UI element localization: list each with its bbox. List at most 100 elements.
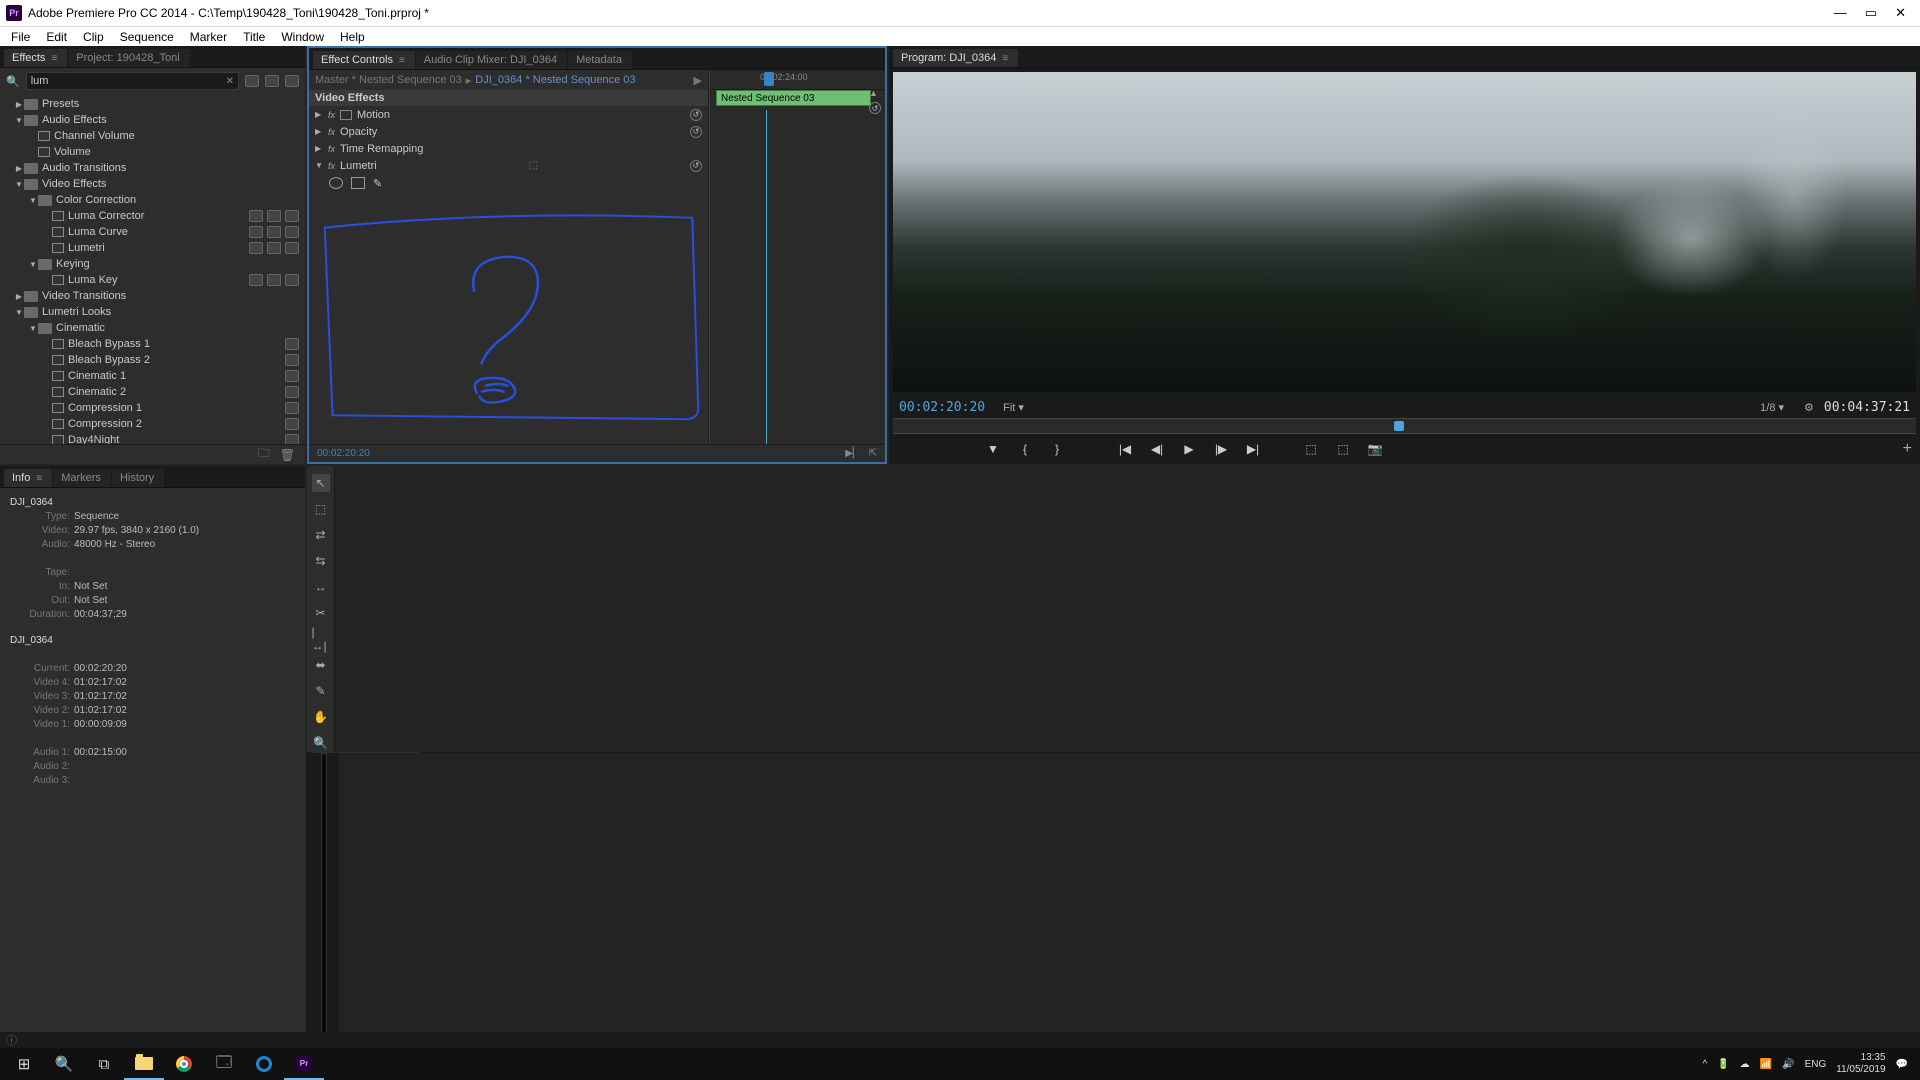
tree-item[interactable]: ▶Video Transitions [0, 288, 305, 304]
app-taskbar-icon[interactable]: 🗔 [204, 1048, 244, 1080]
reset-icon[interactable]: ↺ [690, 160, 702, 172]
tree-item[interactable]: Compression 2 [0, 416, 305, 432]
ec-ruler[interactable]: 00:02:24:00 [710, 70, 885, 90]
extract-button[interactable]: ⬚ [1335, 442, 1351, 456]
tab-markers[interactable]: Markers [53, 469, 111, 487]
explorer-taskbar-icon[interactable] [124, 1048, 164, 1080]
menu-clip[interactable]: Clip [76, 29, 111, 45]
program-current-timecode[interactable]: 00:02:20:20 [899, 400, 985, 415]
tree-item[interactable]: ▶Audio Transitions [0, 160, 305, 176]
new-bin-icon[interactable]: 🗀 [258, 444, 270, 464]
tree-item[interactable]: ▼Audio Effects [0, 112, 305, 128]
filter-badge-2[interactable] [265, 75, 279, 87]
reset-icon[interactable]: ↺ [690, 109, 702, 121]
cloud-icon[interactable]: ☁ [1740, 1059, 1750, 1070]
go-to-in-button[interactable]: |◀ [1117, 442, 1133, 456]
program-zoom-select[interactable]: Fit ▾ [1003, 401, 1024, 414]
ec-export-icon[interactable]: ⇱ [869, 448, 877, 459]
tree-item[interactable]: Cinematic 2 [0, 384, 305, 400]
tree-item[interactable]: Luma Key [0, 272, 305, 288]
search-button[interactable]: 🔍 [44, 1048, 84, 1080]
tree-item[interactable]: Day4Night [0, 432, 305, 444]
program-video-output[interactable] [893, 72, 1916, 392]
tree-item[interactable]: Luma Corrector [0, 208, 305, 224]
ie-taskbar-icon[interactable] [244, 1048, 284, 1080]
panel-menu-icon[interactable]: ≡ [36, 473, 42, 484]
razor-tool[interactable]: ✂ [312, 604, 330, 622]
export-frame-button[interactable]: 📷 [1367, 442, 1383, 456]
tree-item[interactable]: ▶Presets [0, 96, 305, 112]
clear-search-icon[interactable]: ✕ [226, 76, 234, 87]
tree-item[interactable]: Bleach Bypass 1 [0, 336, 305, 352]
menu-window[interactable]: Window [274, 29, 331, 45]
settings-icon[interactable]: ⚙ [1804, 401, 1814, 414]
ec-playhead[interactable] [764, 72, 774, 86]
menu-file[interactable]: File [4, 29, 37, 45]
mask-canvas[interactable] [313, 197, 704, 440]
menu-marker[interactable]: Marker [183, 29, 234, 45]
menu-help[interactable]: Help [333, 29, 372, 45]
hand-tool[interactable]: ✋ [312, 708, 330, 726]
tab-program[interactable]: Program: DJI_0364≡ [893, 49, 1018, 67]
effect-property[interactable]: ▶fxTime Remapping [309, 140, 708, 157]
panel-menu-icon[interactable]: ≡ [399, 55, 405, 66]
slip-tool[interactable]: |↔| [312, 630, 330, 648]
filter-badge-1[interactable] [245, 75, 259, 87]
panel-menu-icon[interactable]: ≡ [51, 53, 57, 64]
effect-property[interactable]: ▶fxMotion↺ [309, 106, 708, 123]
start-button[interactable]: ⊞ [4, 1048, 44, 1080]
tree-item[interactable]: ▼Cinematic [0, 320, 305, 336]
maximize-button[interactable]: ▭ [1865, 5, 1877, 21]
panel-menu-icon[interactable]: ≡ [1002, 53, 1008, 64]
mask-rect-icon[interactable] [351, 177, 365, 189]
clip-crumb[interactable]: DJI_0364 * Nested Sequence 03 [475, 74, 635, 86]
battery-icon[interactable]: 🔋 [1717, 1059, 1729, 1070]
pen-tool[interactable]: ✎ [312, 682, 330, 700]
program-resolution-select[interactable]: 1/8 ▾ [1760, 401, 1784, 414]
step-back-button[interactable]: ◀| [1149, 442, 1165, 456]
reset-icon[interactable]: ↺ [690, 126, 702, 138]
notifications-icon[interactable]: 💬 [1896, 1059, 1908, 1070]
menu-sequence[interactable]: Sequence [113, 29, 181, 45]
step-forward-button[interactable]: |▶ [1213, 442, 1229, 456]
tab-effects[interactable]: Effects≡ [4, 49, 67, 67]
tab-history[interactable]: History [112, 469, 164, 487]
mark-out-button[interactable]: } [1049, 442, 1065, 456]
zoom-tool[interactable]: 🔍 [312, 734, 330, 752]
close-button[interactable]: ✕ [1895, 5, 1906, 21]
program-scrubber[interactable] [893, 418, 1916, 434]
button-editor-icon[interactable]: + [1903, 440, 1912, 458]
lift-button[interactable]: ⬚ [1303, 442, 1319, 456]
task-view-button[interactable]: ⧉ [84, 1048, 124, 1080]
ec-footer-timecode[interactable]: 00:02:20:20 [317, 448, 370, 459]
effects-search-input[interactable]: lum ✕ [26, 72, 239, 90]
mark-in-button[interactable]: { [1017, 442, 1033, 456]
tab-metadata[interactable]: Metadata [568, 51, 632, 69]
tree-item[interactable]: ▼Lumetri Looks [0, 304, 305, 320]
slide-tool[interactable]: ⬌ [312, 656, 330, 674]
effect-property[interactable]: ▶fxOpacity↺ [309, 123, 708, 140]
add-marker-button[interactable]: ▼ [985, 442, 1001, 456]
filter-badge-3[interactable] [285, 75, 299, 87]
tree-item[interactable]: Lumetri [0, 240, 305, 256]
tree-item[interactable]: Compression 1 [0, 400, 305, 416]
tab-project[interactable]: Project: 190428_Toni [68, 49, 189, 67]
menu-edit[interactable]: Edit [39, 29, 74, 45]
mask-pen-icon[interactable]: ✎ [373, 177, 382, 190]
ec-loop-icon[interactable]: ▶▏ [845, 448, 860, 459]
delete-icon[interactable]: 🗑 [280, 448, 295, 462]
tree-item[interactable]: ▼Video Effects [0, 176, 305, 192]
ripple-edit-tool[interactable]: ⇄ [312, 526, 330, 544]
rate-stretch-tool[interactable]: ↔ [312, 578, 330, 596]
effect-property[interactable]: ▼fxLumetri⬚↺ [309, 157, 708, 174]
volume-icon[interactable]: 🔊 [1782, 1059, 1794, 1070]
go-to-out-button[interactable]: ▶| [1245, 442, 1261, 456]
track-select-tool[interactable]: ⬚ [312, 500, 330, 518]
wifi-icon[interactable]: 📶 [1760, 1059, 1772, 1070]
play-button[interactable]: ▶ [1181, 442, 1197, 456]
chrome-taskbar-icon[interactable] [164, 1048, 204, 1080]
tree-item[interactable]: Bleach Bypass 2 [0, 352, 305, 368]
rolling-edit-tool[interactable]: ⇆ [312, 552, 330, 570]
minimize-button[interactable]: — [1834, 5, 1847, 21]
tree-item[interactable]: Cinematic 1 [0, 368, 305, 384]
